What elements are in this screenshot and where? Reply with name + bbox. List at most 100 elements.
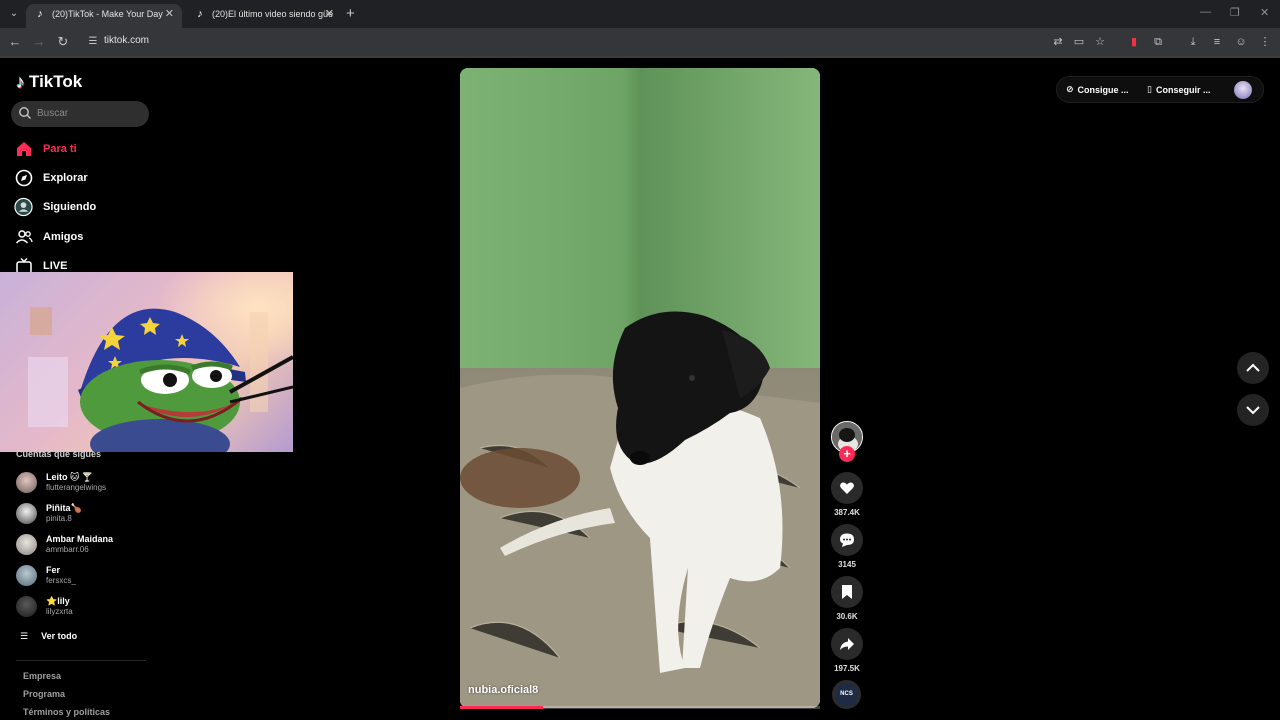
comment-count: 3145 bbox=[838, 560, 856, 569]
like-button[interactable] bbox=[831, 472, 863, 504]
translate-icon[interactable]: ⇄ bbox=[1050, 34, 1066, 50]
account-name: Piñita🍗 bbox=[46, 502, 82, 513]
save-count: 30.6K bbox=[836, 612, 858, 621]
forward-icon[interactable]: → bbox=[30, 33, 48, 51]
next-video-button[interactable] bbox=[1237, 394, 1269, 426]
bookmark-icon bbox=[842, 585, 852, 599]
tab-search-icon[interactable]: ⌄ bbox=[6, 6, 22, 22]
search-icon bbox=[19, 107, 32, 120]
share-count: 197.5K bbox=[834, 664, 860, 673]
new-tab-icon[interactable]: + bbox=[346, 5, 355, 23]
share-arrow-icon bbox=[840, 638, 854, 650]
profile-avatar-icon[interactable]: ☺ bbox=[1233, 34, 1249, 50]
account-handle: pinita.8 bbox=[46, 513, 72, 523]
minimize-icon[interactable]: — bbox=[1200, 6, 1211, 18]
save-button[interactable] bbox=[831, 576, 863, 608]
tiktok-note-icon: ♪ bbox=[16, 71, 25, 92]
close-tab-icon[interactable]: ✕ bbox=[325, 4, 334, 24]
nav-amigos[interactable]: Amigos bbox=[14, 226, 83, 248]
download-icon[interactable]: ⤓ bbox=[1185, 34, 1201, 50]
chevron-up-icon bbox=[1246, 363, 1260, 372]
footer-link-empresa[interactable]: Empresa bbox=[23, 671, 61, 681]
account-name: Fer bbox=[46, 564, 61, 575]
footer-link-programa[interactable]: Programa bbox=[23, 689, 65, 699]
heart-icon bbox=[840, 482, 854, 494]
tiktok-favicon-icon: ♪ bbox=[197, 8, 203, 20]
extensions-puzzle-icon[interactable]: ⧉ bbox=[1150, 34, 1166, 50]
video-username[interactable]: nubia.oficial8 bbox=[468, 684, 538, 696]
footer-link-terminos[interactable]: Términos y políticas bbox=[23, 707, 110, 717]
toolbar-divider bbox=[0, 56, 1280, 58]
address-bar[interactable]: ☰ tiktok.com bbox=[80, 31, 1118, 53]
comment-icon bbox=[840, 533, 854, 547]
pepe-wizard-image bbox=[0, 272, 293, 452]
music-disc[interactable]: NCS bbox=[832, 680, 861, 709]
nav-label: Siguiendo bbox=[43, 201, 97, 213]
chevron-down-icon bbox=[1246, 406, 1260, 415]
search-input[interactable]: Buscar bbox=[11, 101, 149, 127]
nav-explorar[interactable]: Explorar bbox=[14, 167, 88, 189]
followed-account[interactable]: Leito 🐱 🍸 flutterangelwings bbox=[16, 470, 106, 494]
restore-icon[interactable]: ❐ bbox=[1230, 6, 1240, 19]
see-all-link[interactable]: ☰ Ver todo bbox=[20, 629, 77, 643]
browser-toolbar: ← → ↻ ☰ tiktok.com ⇄ ▭ ☆ ▮ ⧉ ⤓ ≡ ☺ ⋮ bbox=[0, 28, 1280, 56]
list-icon: ☰ bbox=[20, 630, 29, 641]
search-placeholder: Buscar bbox=[37, 108, 69, 119]
site-info-icon[interactable]: ☰ bbox=[86, 35, 100, 49]
account-handle: ammbarr.06 bbox=[46, 544, 89, 554]
followed-account[interactable]: Ambar Maidana ammbarr.06 bbox=[16, 532, 113, 556]
browser-tab[interactable]: ♪ (20)El último video siendo güe ✕ bbox=[186, 4, 342, 28]
coins-label: Consigue ... bbox=[1077, 84, 1129, 95]
get-app-button[interactable]: ▯ Conseguir ... bbox=[1147, 84, 1210, 95]
nav-siguiendo[interactable]: Siguiendo bbox=[14, 196, 96, 218]
extension-icon[interactable]: ▮ bbox=[1126, 34, 1142, 50]
sidebar-divider bbox=[16, 660, 146, 661]
account-name: Leito 🐱 🍸 bbox=[46, 471, 94, 482]
account-handle: fersxcs_ bbox=[46, 575, 76, 585]
followed-account[interactable]: ⭐lily lilyzxrta bbox=[16, 594, 73, 618]
comment-button[interactable] bbox=[831, 524, 863, 556]
close-tab-icon[interactable]: ✕ bbox=[165, 4, 174, 24]
nav-label: Explorar bbox=[43, 172, 88, 184]
friends-icon bbox=[14, 228, 33, 247]
avatar bbox=[16, 533, 37, 555]
following-title: Cuentas que sigues bbox=[16, 449, 102, 459]
account-handle: flutterangelwings bbox=[46, 482, 107, 492]
media-control-icon[interactable]: ≡ bbox=[1209, 34, 1225, 50]
back-icon[interactable]: ← bbox=[6, 33, 24, 51]
nav-para-ti[interactable]: Para ti bbox=[14, 138, 77, 160]
reload-icon[interactable]: ↻ bbox=[54, 33, 72, 51]
tab-title: (20)TikTok - Make Your Day bbox=[52, 9, 163, 19]
close-window-icon[interactable]: ✕ bbox=[1260, 6, 1269, 19]
bookmark-star-icon[interactable]: ☆ bbox=[1092, 34, 1108, 50]
nav-label: Amigos bbox=[43, 231, 84, 243]
url-text: tiktok.com bbox=[104, 35, 150, 46]
nav-label: Para ti bbox=[43, 143, 77, 155]
follow-plus-icon[interactable]: + bbox=[839, 446, 855, 462]
logo-text: TikTok bbox=[29, 72, 83, 91]
avatar bbox=[16, 564, 37, 586]
tiktok-favicon-icon: ♪ bbox=[37, 8, 43, 20]
tiktok-logo[interactable]: ♪ TikTok bbox=[16, 71, 82, 93]
browser-tab-active[interactable]: ♪ (20)TikTok - Make Your Day ✕ bbox=[26, 4, 182, 28]
compass-icon bbox=[14, 169, 33, 188]
see-all-label: Ver todo bbox=[41, 631, 78, 641]
avatar bbox=[16, 471, 37, 493]
home-icon bbox=[14, 140, 33, 159]
get-coins-button[interactable]: ⊘ Consigue ... bbox=[1066, 84, 1129, 95]
video-player[interactable] bbox=[460, 68, 820, 708]
app-label: Conseguir ... bbox=[1155, 84, 1211, 95]
user-avatar[interactable] bbox=[1234, 81, 1252, 99]
menu-kebab-icon[interactable]: ⋮ bbox=[1257, 34, 1273, 50]
share-button[interactable] bbox=[831, 628, 863, 660]
video-progress-fill bbox=[460, 706, 543, 709]
nav-label: LIVE bbox=[43, 260, 68, 272]
cast-icon[interactable]: ▭ bbox=[1071, 34, 1087, 50]
phone-icon: ▯ bbox=[1147, 84, 1152, 94]
browser-tabstrip: ⌄ ♪ (20)TikTok - Make Your Day ✕ ♪ (20)E… bbox=[0, 0, 1280, 28]
coin-icon: ⊘ bbox=[1066, 84, 1074, 94]
followed-account[interactable]: Fer fersxcs_ bbox=[16, 563, 76, 587]
account-name: Ambar Maidana bbox=[46, 533, 114, 544]
followed-account[interactable]: Piñita🍗 pinita.8 bbox=[16, 501, 82, 525]
previous-video-button[interactable] bbox=[1237, 352, 1269, 384]
